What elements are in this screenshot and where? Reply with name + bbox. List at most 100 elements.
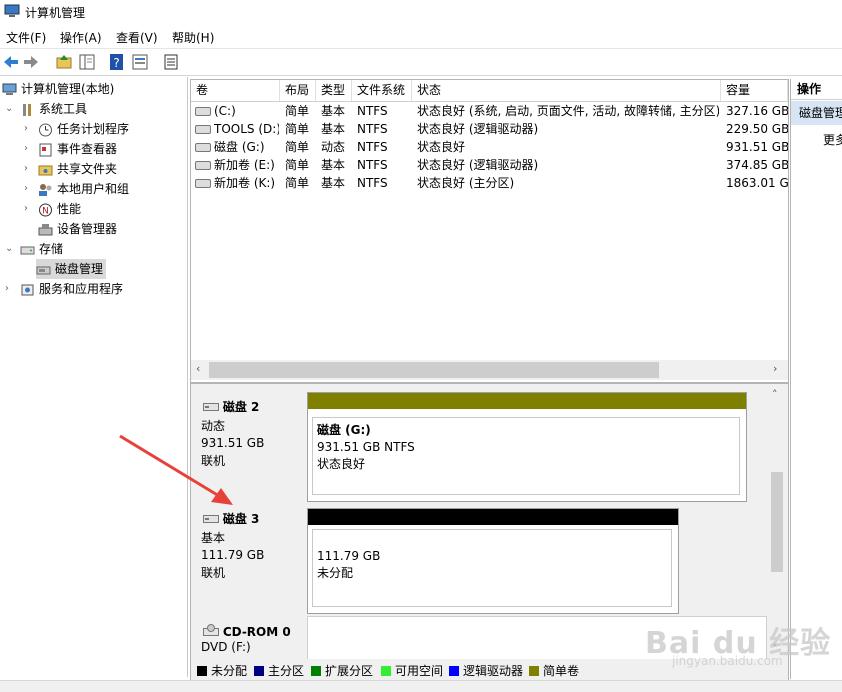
expand-icon[interactable]: › [24, 203, 28, 214]
scroll-thumb[interactable] [209, 362, 659, 378]
column-header-capacity[interactable]: 容量 [721, 80, 788, 101]
menu-action[interactable]: 操作(A) [60, 29, 102, 46]
volume-list: 卷 布局 类型 文件系统 状态 容量 (C:) 简单 基本 NTFS 状态良好 (系统,… [190, 79, 789, 383]
cell-volume-text: 磁盘 (G:) [214, 140, 265, 154]
forward-arrow-icon[interactable] [22, 53, 40, 71]
collapse-icon[interactable]: ⌄ [5, 243, 13, 254]
show-tree-icon[interactable] [78, 53, 96, 71]
table-row[interactable]: (C:) 简单 基本 NTFS 状态良好 (系统, 启动, 页面文件, 活动, 故障转储… [191, 102, 788, 120]
tree-performance-label: 性能 [57, 202, 82, 216]
menu-help[interactable]: 帮助(H) [172, 29, 214, 46]
help-icon[interactable]: ? [108, 53, 126, 71]
tree-root-label: 计算机管理(本地) [21, 82, 115, 96]
tree-performance[interactable]: N 性能 [38, 199, 81, 219]
properties-icon[interactable] [131, 53, 149, 71]
device-manager-icon [38, 223, 53, 235]
cell-filesystem: NTFS [357, 102, 413, 120]
cell-filesystem: NTFS [357, 120, 413, 138]
up-folder-icon[interactable] [55, 53, 73, 71]
legend-label: 扩展分区 [325, 664, 374, 678]
cell-filesystem-text: NTFS [357, 104, 388, 118]
column-header-status[interactable]: 状态 [412, 80, 721, 101]
legend-label: 未分配 [211, 664, 248, 678]
legend-swatch [254, 666, 264, 676]
expand-icon[interactable]: › [24, 123, 28, 134]
expand-icon[interactable]: › [24, 183, 28, 194]
scroll-left-icon[interactable]: ‹ [196, 362, 200, 375]
performance-icon: N [39, 203, 52, 216]
scroll-right-icon[interactable]: › [773, 362, 777, 375]
status-bar [0, 680, 842, 692]
tree-shared-folders[interactable]: 共享文件夹 [38, 159, 117, 179]
legend-label: 主分区 [268, 664, 305, 678]
cell-volume: TOOLS (D:) [195, 120, 279, 138]
actions-disk-management[interactable]: 磁盘管理 [791, 101, 842, 125]
table-row[interactable]: TOOLS (D:) 简单 基本 NTFS 状态良好 (逻辑驱动器) 229.50 GB [191, 120, 788, 138]
column-header-layout[interactable]: 布局 [280, 80, 316, 101]
shared-folder-icon [38, 165, 53, 175]
table-row[interactable]: 新加卷 (K:) 简单基本 NTFS 状态良好 (主分区) 1863.01 GB [191, 174, 788, 192]
cell-type-text: 动态 [321, 140, 346, 154]
cell-volume: 磁盘 (G:) [195, 138, 279, 156]
disk-3-unallocated-space[interactable]: 111.79 GB 未分配 [312, 529, 672, 607]
annotation-arrow-icon [119, 434, 233, 505]
tree-event-viewer[interactable]: 事件查看器 [38, 139, 117, 159]
disk-3-unallocated-bar [308, 509, 678, 525]
tree-device-manager[interactable]: 设备管理器 [38, 219, 117, 239]
toolbar: ? [0, 48, 842, 76]
baidu-watermark-url: jingyan.baidu.com [672, 654, 783, 668]
cell-layout: 简单 [285, 102, 317, 120]
tree-task-scheduler-label: 任务计划程序 [57, 122, 130, 136]
partition-g-detail: 931.51 GB NTFS [317, 440, 415, 454]
menu-file[interactable]: 文件(F) [6, 29, 46, 46]
scroll-thumb[interactable] [771, 472, 783, 572]
menu-bar: 文件(F) 操作(A) 查看(V) 帮助(H) [0, 25, 842, 47]
cell-type: 基本 [321, 102, 355, 120]
export-icon[interactable] [162, 53, 180, 71]
table-row[interactable]: 新加卷 (E:) 简单 基本 NTFS 状态良好 (逻辑驱动器) 374.85 GB [191, 156, 788, 174]
cell-filesystem: NTFS [357, 174, 413, 192]
horizontal-scrollbar[interactable]: ‹ › [191, 360, 788, 380]
expand-icon[interactable]: › [24, 143, 28, 154]
cell-filesystem: NTFS [357, 156, 413, 174]
partition-g-title: 磁盘 (G:) [317, 423, 371, 437]
tree-local-users-label: 本地用户和组 [57, 182, 130, 196]
table-row[interactable]: 磁盘 (G:) 简单 动态 NTFS 状态良好 931.51 GB [191, 138, 788, 156]
disk-icon [203, 403, 219, 411]
legend-swatch [449, 666, 459, 676]
legend-swatch [311, 666, 321, 676]
tree-services-apps-label: 服务和应用程序 [39, 282, 124, 296]
column-header-type[interactable]: 类型 [316, 80, 352, 101]
tree-task-scheduler[interactable]: 任务计划程序 [38, 119, 129, 139]
collapse-icon[interactable]: ⌄ [5, 103, 13, 114]
drive-icon [195, 161, 211, 170]
actions-more[interactable]: 更多 [823, 131, 842, 148]
tree-storage[interactable]: 存储 [20, 239, 63, 259]
back-arrow-icon[interactable] [2, 53, 20, 71]
disk-3-size: 111.79 GB [201, 548, 265, 562]
tree-system-tools[interactable]: 系统工具 [20, 99, 87, 119]
tree-root[interactable]: 计算机管理(本地) [2, 79, 114, 99]
cell-layout: 简单 [285, 156, 317, 174]
tree-local-users[interactable]: 本地用户和组 [38, 179, 129, 199]
disk-3-label[interactable]: 磁盘 3 基本 111.79 GB 联机 [195, 510, 305, 610]
scroll-up-icon[interactable]: ˄ [772, 388, 778, 401]
expand-icon[interactable]: › [24, 163, 28, 174]
cdrom-0-label[interactable]: CD-ROM 0 DVD (F:) [195, 624, 305, 660]
disk-icon [203, 515, 219, 523]
column-header-filesystem[interactable]: 文件系统 [352, 80, 412, 101]
tree-services-apps[interactable]: 服务和应用程序 [20, 279, 123, 299]
expand-icon[interactable]: › [5, 283, 9, 294]
cell-capacity: 374.85 GB [726, 156, 788, 174]
cell-status: 状态良好 (系统, 启动, 页面文件, 活动, 故障转储, 主分区) [417, 102, 719, 120]
storage-icon [20, 246, 35, 254]
cdrom-0-name: CD-ROM 0 [222, 625, 291, 639]
legend-swatch [529, 666, 539, 676]
column-header-volume[interactable]: 卷 [191, 80, 280, 101]
tree-disk-management[interactable]: 磁盘管理 [36, 259, 107, 279]
cell-layout: 简单 [285, 174, 317, 192]
menu-view[interactable]: 查看(V) [116, 29, 158, 46]
disk-2-partition-g[interactable]: 磁盘 (G:) 931.51 GB NTFS 状态良好 [312, 417, 740, 495]
drive-icon [195, 125, 211, 134]
cell-capacity: 931.51 GB [726, 138, 788, 156]
